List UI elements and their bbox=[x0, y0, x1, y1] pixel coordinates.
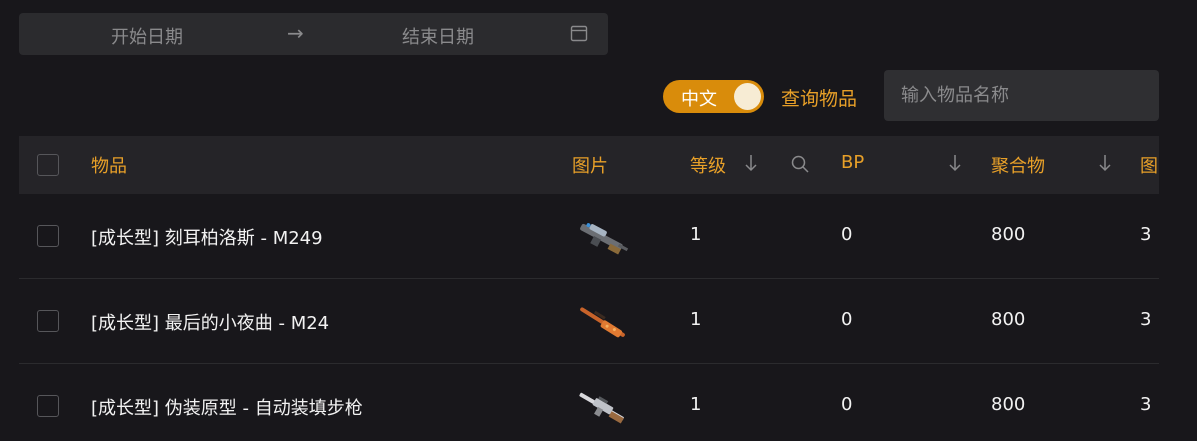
table-row[interactable]: [成长型] 刻耳柏洛斯 - M249 1 0 800 3 bbox=[19, 194, 1159, 279]
search-icon[interactable] bbox=[790, 154, 810, 174]
aggregate-value: 800 bbox=[991, 394, 1026, 415]
level-value: 1 bbox=[690, 309, 702, 330]
m249-weapon-image bbox=[580, 223, 629, 255]
item-search-input[interactable] bbox=[884, 70, 1159, 121]
column-header-image: 图片 bbox=[572, 156, 608, 177]
range-arrow-icon: → bbox=[287, 21, 304, 45]
sort-arrow-down-icon[interactable] bbox=[743, 153, 759, 173]
sort-arrow-down-icon[interactable] bbox=[947, 153, 963, 173]
select-all-checkbox[interactable] bbox=[37, 154, 59, 176]
m24-weapon-image bbox=[580, 307, 625, 338]
column-header-level[interactable]: 等级 bbox=[690, 152, 726, 178]
table-row[interactable]: [成长型] 最后的小夜曲 - M24 1 0 800 3 bbox=[19, 279, 1159, 364]
item-name: [成长型] 伪装原型 - 自动装填步枪 bbox=[91, 398, 363, 419]
rifle-weapon-image bbox=[579, 392, 624, 424]
language-toggle[interactable]: 中文 bbox=[663, 80, 764, 113]
row-checkbox[interactable] bbox=[37, 225, 59, 247]
level-value: 1 bbox=[690, 394, 702, 415]
column-header-extra: 图 bbox=[1140, 156, 1158, 177]
calendar-icon[interactable] bbox=[570, 24, 588, 42]
item-name: [成长型] 刻耳柏洛斯 - M249 bbox=[91, 228, 323, 249]
toggle-knob bbox=[734, 83, 761, 110]
end-date-input[interactable]: 结束日期 bbox=[402, 23, 474, 49]
column-header-bp[interactable]: BP bbox=[841, 152, 864, 173]
language-toggle-label: 中文 bbox=[681, 89, 717, 110]
row-checkbox[interactable] bbox=[37, 395, 59, 417]
table-row[interactable]: [成长型] 伪装原型 - 自动装填步枪 1 0 800 3 bbox=[19, 364, 1159, 441]
aggregate-value: 800 bbox=[991, 224, 1026, 245]
extra-value: 3 bbox=[1140, 309, 1152, 330]
row-checkbox[interactable] bbox=[37, 310, 59, 332]
column-header-aggregate[interactable]: 聚合物 bbox=[991, 152, 1045, 178]
extra-value: 3 bbox=[1140, 394, 1152, 415]
item-name: [成长型] 最后的小夜曲 - M24 bbox=[91, 313, 330, 334]
table-header: 物品 图片 等级 BP 聚合物 图 bbox=[19, 136, 1159, 194]
bp-value: 0 bbox=[841, 224, 853, 245]
aggregate-value: 800 bbox=[991, 309, 1026, 330]
column-header-item: 物品 bbox=[91, 156, 127, 177]
date-range-picker[interactable]: 开始日期 → 结束日期 bbox=[19, 13, 608, 55]
bp-value: 0 bbox=[841, 394, 853, 415]
start-date-input[interactable]: 开始日期 bbox=[111, 23, 183, 49]
sort-arrow-down-icon[interactable] bbox=[1097, 153, 1113, 173]
items-table: 物品 图片 等级 BP 聚合物 图 [成长型] 刻耳柏洛斯 - M249 1 0… bbox=[19, 136, 1159, 441]
query-items-label: 查询物品 bbox=[781, 88, 858, 110]
bp-value: 0 bbox=[841, 309, 853, 330]
extra-value: 3 bbox=[1140, 224, 1152, 245]
level-value: 1 bbox=[690, 224, 702, 245]
